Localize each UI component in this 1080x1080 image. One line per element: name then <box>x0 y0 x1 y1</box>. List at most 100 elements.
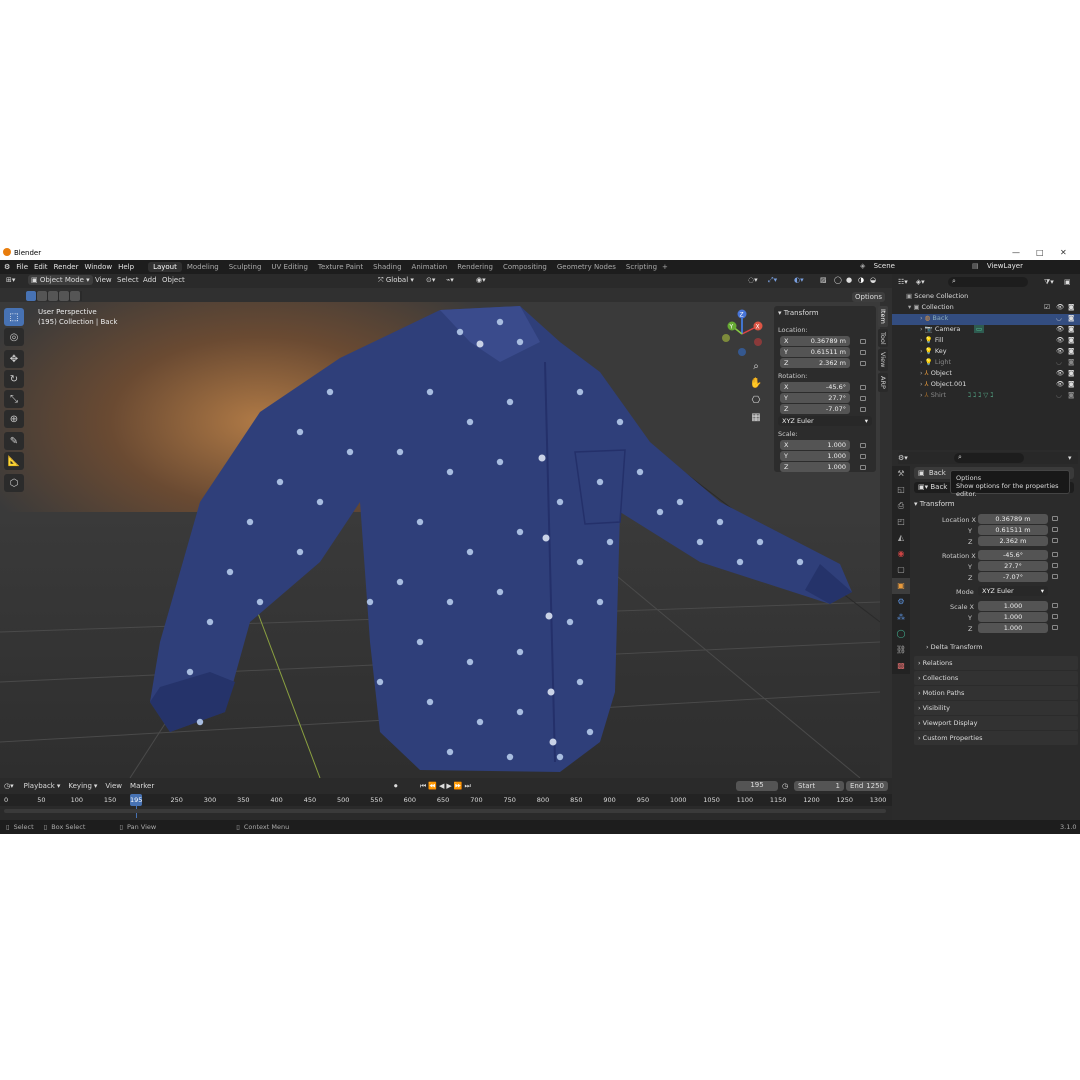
timeline-view-menu[interactable]: View <box>105 782 122 790</box>
viewport-display-panel[interactable]: › Viewport Display <box>914 716 1078 730</box>
outliner-row-fill[interactable]: › 💡 Fill 👁 ◙ <box>892 336 1080 347</box>
view-layer-props-icon[interactable]: ◰ <box>892 514 910 530</box>
output-props-icon[interactable]: ⎙ <box>892 498 910 514</box>
lock-icon[interactable] <box>860 361 866 366</box>
filter-icon[interactable]: ⧩▾ <box>1044 278 1054 287</box>
menu-render[interactable]: Render <box>54 263 79 271</box>
location-z-field[interactable]: 2.362 m <box>978 536 1048 546</box>
tab-item[interactable]: Item <box>878 306 888 327</box>
outliner-editor-icon[interactable]: ☷▾ <box>898 278 908 286</box>
tab-rendering[interactable]: Rendering <box>452 262 498 272</box>
rotate-tool-icon[interactable]: ↻ <box>4 370 24 388</box>
constraints-props-icon[interactable]: ⛓ <box>892 642 910 658</box>
navigation-gizmo[interactable]: Z X Y <box>718 308 766 360</box>
maximize-button[interactable]: □ <box>1036 248 1044 257</box>
outliner-row-object[interactable]: › ⅄ Object 👁 ◙ <box>892 369 1080 380</box>
add-workspace-icon[interactable]: + <box>662 263 668 271</box>
lock-icon[interactable] <box>1052 516 1058 521</box>
measure-tool-icon[interactable]: 📐 <box>4 452 24 470</box>
scale-y-field[interactable]: 1.000 <box>978 612 1048 622</box>
eye-icon[interactable]: 👁 <box>1056 303 1064 311</box>
current-frame-field[interactable]: 195 <box>736 781 778 791</box>
modifier-props-icon[interactable]: ⚙ <box>892 594 910 610</box>
menu-help[interactable]: Help <box>118 263 134 271</box>
tab-modeling[interactable]: Modeling <box>182 262 224 272</box>
shading-material-icon[interactable]: ◑ <box>858 276 864 284</box>
select-extend-icon[interactable] <box>37 291 47 301</box>
outliner-row-object-001[interactable]: › ⅄ Object.001 👁 ◙ <box>892 380 1080 391</box>
npanel-scale-x[interactable]: X 1.000 <box>780 440 850 450</box>
collections-panel[interactable]: › Collections <box>914 671 1078 685</box>
tab-animation[interactable]: Animation <box>407 262 453 272</box>
npanel-location-y[interactable]: Y 0.61511 m <box>780 347 850 357</box>
eye-icon[interactable]: ◡ <box>1056 314 1062 322</box>
lock-icon[interactable] <box>1052 603 1058 608</box>
motion-paths-panel[interactable]: › Motion Paths <box>914 686 1078 700</box>
scale-z-field[interactable]: 1.000 <box>978 623 1048 633</box>
rotation-mode-dropdown[interactable]: XYZ Euler ▾ <box>978 586 1048 596</box>
camera-render-icon[interactable]: ◙ <box>1068 303 1074 311</box>
lock-icon[interactable] <box>860 407 866 412</box>
3d-viewport[interactable]: User Perspective (195) Collection | Back… <box>0 302 880 778</box>
lock-icon[interactable] <box>860 465 866 470</box>
record-icon[interactable]: ⏺ <box>394 782 398 791</box>
orientation-dropdown[interactable]: ⤧ Global ▾ <box>378 276 414 285</box>
pan-hand-icon[interactable]: ✋ <box>749 375 763 392</box>
object-menu[interactable]: Object <box>162 276 185 284</box>
new-collection-icon[interactable]: ▣ <box>1064 278 1071 286</box>
tab-compositing[interactable]: Compositing <box>498 262 552 272</box>
scene-props-icon[interactable]: ◭ <box>892 530 910 546</box>
eye-icon[interactable]: 👁 <box>1056 380 1064 388</box>
menu-file[interactable]: File <box>16 263 28 271</box>
tab-view[interactable]: View <box>878 349 888 371</box>
select-intersect-icon[interactable] <box>70 291 80 301</box>
collection-props-icon[interactable]: ▢ <box>892 562 910 578</box>
visibility-icon[interactable]: ◌▾ <box>748 276 758 284</box>
add-menu[interactable]: Add <box>143 276 157 284</box>
lock-icon[interactable] <box>1052 552 1058 557</box>
tab-arp[interactable]: ARP <box>878 372 888 392</box>
tab-tool[interactable]: Tool <box>878 328 888 348</box>
outliner-row-key[interactable]: › 💡 Key 👁 ◙ <box>892 347 1080 358</box>
outliner-row-light[interactable]: › 💡 Light ◡ ◙ <box>892 358 1080 369</box>
camera-render-icon[interactable]: ◙ <box>1068 325 1074 333</box>
properties-editor-icon[interactable]: ⚙▾ <box>898 454 908 462</box>
camera-render-icon[interactable]: ◙ <box>1068 314 1074 322</box>
custom-properties-panel[interactable]: › Custom Properties <box>914 731 1078 745</box>
transform-panel-header[interactable]: ▾ Transform <box>914 498 1078 510</box>
camera-render-icon[interactable]: ◙ <box>1068 380 1074 388</box>
camera-view-icon[interactable]: ⎔ <box>749 392 763 409</box>
lock-icon[interactable] <box>860 454 866 459</box>
view-menu[interactable]: View <box>95 276 112 284</box>
select-tool-icon[interactable]: ⬚ <box>4 308 24 326</box>
options-button[interactable]: Options <box>852 292 886 302</box>
object-props-icon[interactable]: ▣ <box>892 578 910 594</box>
select-subtract-icon[interactable] <box>48 291 58 301</box>
shading-solid-icon[interactable]: ● <box>846 276 852 284</box>
eye-icon[interactable]: 👁 <box>1056 369 1064 377</box>
tab-scripting[interactable]: Scripting <box>621 262 662 272</box>
gizmo-toggle-icon[interactable]: ⤢▾ <box>768 276 777 285</box>
lock-icon[interactable] <box>1052 614 1058 619</box>
render-props-icon[interactable]: ◱ <box>892 482 910 498</box>
rotation-z-field[interactable]: -7.07° <box>978 572 1048 582</box>
select-menu[interactable]: Select <box>117 276 139 284</box>
timeline-editor-icon[interactable]: ◷▾ <box>4 782 14 790</box>
outliner-row-back[interactable]: › ◍ Back ◡ ◙ <box>892 314 1080 325</box>
options-dropdown-icon[interactable]: ▾ <box>1068 454 1072 462</box>
eye-icon[interactable]: ◡ <box>1056 358 1062 366</box>
lock-icon[interactable] <box>1052 527 1058 532</box>
tab-layout[interactable]: Layout <box>148 262 182 272</box>
lock-icon[interactable] <box>860 443 866 448</box>
camera-render-icon[interactable]: ◙ <box>1068 358 1074 366</box>
delta-transform-panel[interactable]: › Delta Transform <box>922 640 1078 654</box>
playback-controls[interactable]: ⏮⏪◀▶⏩⏭ <box>420 782 473 791</box>
world-props-icon[interactable]: ◉ <box>892 546 910 562</box>
npanel-scale-y[interactable]: Y 1.000 <box>780 451 850 461</box>
display-mode-icon[interactable]: ◈▾ <box>916 278 925 286</box>
outliner-search-input[interactable]: ⌕ <box>948 277 1028 287</box>
close-button[interactable]: ✕ <box>1060 248 1067 257</box>
particles-props-icon[interactable]: ⁂ <box>892 610 910 626</box>
editor-type-icon[interactable]: ⊞▾ <box>6 276 15 284</box>
tab-sculpting[interactable]: Sculpting <box>224 262 267 272</box>
